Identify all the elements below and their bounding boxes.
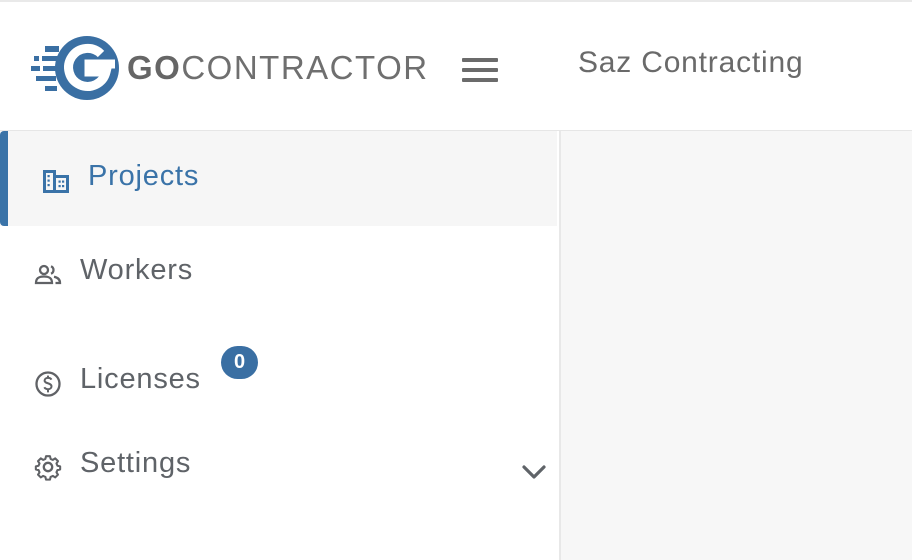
logo-text-go: GO xyxy=(127,49,182,86)
building-icon xyxy=(43,170,69,193)
sidebar-item-licenses[interactable]: Licenses xyxy=(0,331,559,431)
gear-icon xyxy=(34,455,62,481)
sidebar-item-label: Projects xyxy=(88,160,200,192)
hamburger-menu-icon[interactable] xyxy=(460,56,500,84)
licenses-count-badge: 0 xyxy=(221,346,258,379)
logo-text-contractor: CONTRACTOR xyxy=(181,49,429,86)
hamburger-line xyxy=(462,78,498,82)
sidebar-item-label: Licenses xyxy=(80,363,201,395)
sidebar: Projects Workers Licenses Settings xyxy=(0,131,561,560)
dollar-circle-icon xyxy=(35,371,61,397)
sidebar-item-label: Settings xyxy=(80,447,192,479)
sidebar-item-label: Workers xyxy=(80,254,194,286)
logo-wordmark: GOCONTRACTOR xyxy=(127,49,429,87)
top-bar: GOCONTRACTOR Saz Contracting xyxy=(0,0,912,131)
logo-mark-icon xyxy=(31,36,119,100)
company-name: Saz Contracting xyxy=(578,46,804,79)
main-content-area xyxy=(561,131,912,560)
sidebar-item-workers[interactable]: Workers xyxy=(0,226,559,316)
hamburger-line xyxy=(462,58,498,62)
hamburger-line xyxy=(462,68,498,72)
gocontractor-logo[interactable]: GOCONTRACTOR xyxy=(31,34,441,102)
chevron-down-icon[interactable] xyxy=(518,458,550,486)
people-icon xyxy=(34,264,62,285)
sidebar-item-settings[interactable]: Settings xyxy=(0,431,559,511)
sidebar-item-projects[interactable]: Projects xyxy=(0,131,557,226)
